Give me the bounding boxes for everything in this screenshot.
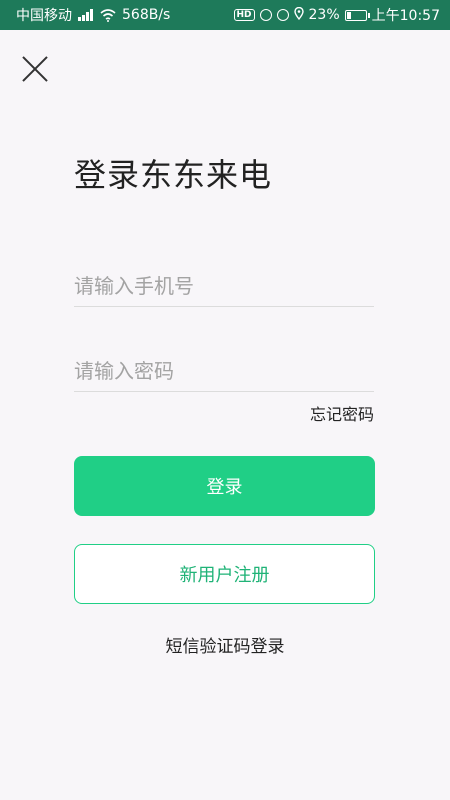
clock: 上午10:57 (371, 8, 440, 24)
login-button[interactable]: 登录 (74, 456, 375, 516)
hd-icon: HD (233, 9, 255, 21)
status-right: HD 23% 上午10:57 (233, 5, 440, 25)
page-title: 登录东东来电 (74, 156, 273, 194)
wifi-icon (100, 8, 116, 22)
carrier-label: 中国移动 (16, 8, 72, 24)
battery-percent: 23% (308, 7, 340, 23)
status-bar: 中国移动 568B/s HD 23% 上午10:57 (0, 0, 450, 30)
location-icon (293, 6, 304, 24)
phone-field[interactable] (74, 266, 374, 307)
battery-fill (346, 11, 351, 19)
signal-icon (78, 9, 94, 21)
status-left: 中国移动 568B/s (16, 5, 170, 25)
password-input[interactable] (74, 351, 374, 391)
network-speed: 568B/s (122, 7, 171, 23)
close-icon[interactable] (20, 54, 50, 84)
nfc-icon (259, 9, 272, 21)
alarm-icon (276, 9, 289, 21)
phone-input[interactable] (74, 266, 374, 306)
battery-icon (344, 9, 370, 21)
sms-login-link[interactable]: 短信验证码登录 (0, 632, 450, 657)
password-field[interactable] (74, 351, 374, 392)
forgot-password-link[interactable]: 忘记密码 (310, 401, 374, 425)
register-button[interactable]: 新用户注册 (74, 544, 375, 604)
